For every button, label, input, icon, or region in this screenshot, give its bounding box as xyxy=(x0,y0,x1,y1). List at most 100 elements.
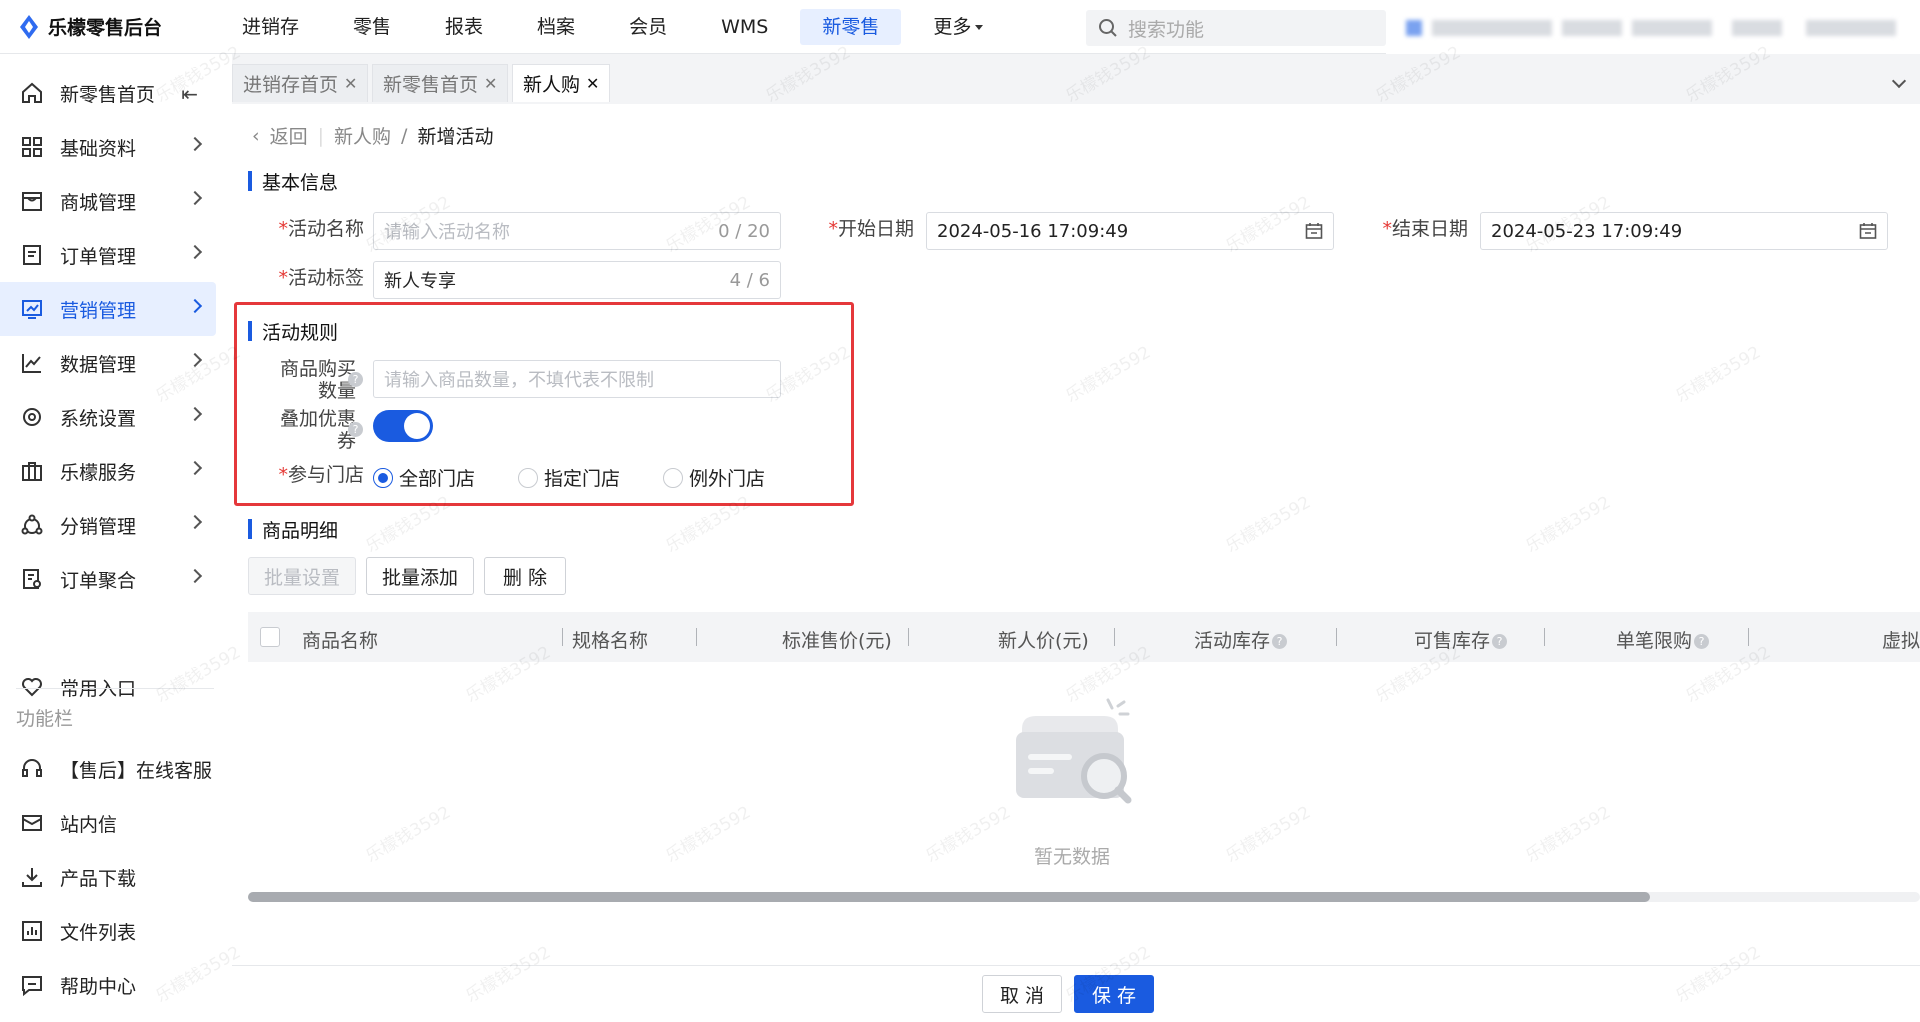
topnav-item-report[interactable]: 报表 xyxy=(423,9,505,45)
topnav-item-retail[interactable]: 零售 xyxy=(331,9,413,45)
sidebar-tool-label: 产品下载 xyxy=(60,867,137,890)
radio-excluded-stores[interactable]: 例外门店 xyxy=(663,464,765,491)
end-date-picker[interactable]: 2024-05-23 17:09:49 xyxy=(1480,212,1888,250)
activity-tag-value: 新人专享 xyxy=(384,271,456,292)
help-icon[interactable]: ? xyxy=(348,422,363,437)
purchase-qty-input[interactable]: 请输入商品数量，不填代表不限制 xyxy=(373,360,781,398)
batch-add-button[interactable]: 批量添加 xyxy=(366,557,474,595)
sidebar-item-label: 基础资料 xyxy=(60,137,137,160)
start-date-value: 2024-05-16 17:09:49 xyxy=(937,220,1129,242)
radio-dot xyxy=(663,467,683,488)
sidebar-item-orders[interactable]: 订单管理 xyxy=(0,228,216,282)
sidebar-item-label: 分销管理 xyxy=(60,515,137,538)
sidebar-item-distribution[interactable]: 分销管理 xyxy=(0,498,216,552)
tab-newcomer[interactable]: 新人购 ✕ xyxy=(512,64,611,102)
close-icon[interactable]: ✕ xyxy=(344,74,357,93)
breadcrumb-parent[interactable]: 新人购 xyxy=(334,122,391,149)
sidebar-item-label: 营销管理 xyxy=(60,299,137,322)
close-icon[interactable]: ✕ xyxy=(586,74,599,93)
search-input[interactable]: 搜索功能 xyxy=(1086,10,1386,46)
back-icon[interactable]: ‹ xyxy=(252,125,260,147)
tabs-dropdown-icon[interactable] xyxy=(1891,73,1907,89)
column-divider xyxy=(908,628,909,646)
stores-label: *参与门店 xyxy=(252,464,364,486)
start-date-label: *开始日期 xyxy=(822,218,914,240)
sidebar-tool-service[interactable]: 【售后】在线客服 xyxy=(0,742,216,796)
sidebar-tool-file-list[interactable]: 文件列表 xyxy=(0,904,216,958)
topnav-item-new-retail[interactable]: 新零售 xyxy=(800,9,902,45)
cancel-button[interactable]: 取 消 xyxy=(982,975,1062,1013)
stores-label-text: 参与门店 xyxy=(287,464,364,486)
sidebar-item-label: 新零售首页 xyxy=(60,83,156,106)
topnav-item-member[interactable]: 会员 xyxy=(607,9,689,45)
select-all-checkbox[interactable] xyxy=(260,627,280,647)
radio-specific-stores[interactable]: 指定门店 xyxy=(518,464,620,491)
sidebar-item-label: 乐檬服务 xyxy=(60,461,137,484)
help-icon[interactable]: ? xyxy=(1492,634,1508,649)
marketing-icon xyxy=(18,295,46,323)
save-button[interactable]: 保 存 xyxy=(1074,975,1154,1013)
purchase-qty-label-line1: 商品购买 xyxy=(279,358,356,380)
help-icon[interactable]: ? xyxy=(1272,634,1288,649)
breadcrumb-divider: | xyxy=(317,124,325,147)
tab-jxc-home[interactable]: 进销存首页 ✕ xyxy=(232,64,369,102)
search-placeholder: 搜索功能 xyxy=(1128,18,1205,41)
sidebar-item-data[interactable]: 数据管理 xyxy=(0,336,216,390)
distribution-icon xyxy=(18,511,46,539)
end-date-label-text: 结束日期 xyxy=(1391,218,1468,240)
sidebar-item-label: 订单管理 xyxy=(60,245,137,268)
start-date-picker[interactable]: 2024-05-16 17:09:49 xyxy=(926,212,1334,250)
close-icon[interactable]: ✕ xyxy=(484,74,497,93)
activity-tag-input[interactable]: 新人专享 4 / 6 xyxy=(373,261,781,299)
stack-coupon-label-line1: 叠加优惠 xyxy=(279,408,356,430)
caret-down-icon xyxy=(975,25,984,30)
app-logo[interactable]: 乐檬零售后台 xyxy=(18,13,162,40)
sidebar-item-basic-data[interactable]: 基础资料 xyxy=(0,120,216,174)
column-header: 规格名称 xyxy=(572,630,649,652)
sidebar-item-new-retail-home[interactable]: 新零售首页 ⇤ xyxy=(0,66,216,120)
topnav-item-more[interactable]: 更多 xyxy=(911,9,1005,45)
topnav-item-archive[interactable]: 档案 xyxy=(515,9,597,45)
sidebar-item-services[interactable]: 乐檬服务 xyxy=(0,444,216,498)
home-icon xyxy=(18,79,46,107)
purchase-qty-placeholder: 请输入商品数量，不填代表不限制 xyxy=(384,370,654,391)
sidebar-tool-label: 帮助中心 xyxy=(60,975,137,998)
sidebar: 新零售首页 ⇤ 基础资料 商城管理 订单管理 营销管理 数据管理 系统设置 乐檬… xyxy=(0,54,232,1022)
radio-all-stores[interactable]: 全部门店 xyxy=(373,464,475,491)
file-list-icon xyxy=(18,917,46,945)
column-header: 标准售价(元) xyxy=(782,630,892,652)
chart-icon xyxy=(18,349,46,377)
sidebar-item-marketing[interactable]: 营销管理 xyxy=(0,282,216,336)
sidebar-favorites-label: 常用入口 xyxy=(60,677,137,700)
delete-button[interactable]: 删 除 xyxy=(484,557,566,595)
sidebar-item-order-aggregate[interactable]: 订单聚合 xyxy=(0,552,216,606)
heart-icon xyxy=(18,673,46,701)
aggregate-icon xyxy=(18,565,46,593)
required-mark: * xyxy=(278,464,288,486)
help-icon[interactable]: ? xyxy=(1694,634,1710,649)
sidebar-tool-mail[interactable]: 站内信 xyxy=(0,796,216,850)
table-horizontal-scrollbar[interactable] xyxy=(248,892,1650,902)
topnav-item-jxc[interactable]: 进销存 xyxy=(220,9,321,45)
sidebar-item-mall[interactable]: 商城管理 xyxy=(0,174,216,228)
sidebar-tool-download[interactable]: 产品下载 xyxy=(0,850,216,904)
sidebar-item-settings[interactable]: 系统设置 xyxy=(0,390,216,444)
column-divider xyxy=(696,628,697,646)
chevron-right-icon xyxy=(187,352,203,368)
topnav-item-wms[interactable]: WMS xyxy=(699,9,790,45)
help-icon[interactable]: ? xyxy=(348,372,363,387)
chevron-right-icon xyxy=(187,406,203,422)
batch-set-button[interactable]: 批量设置 xyxy=(248,557,356,595)
back-link[interactable]: 返回 xyxy=(270,122,308,149)
sidebar-tool-help[interactable]: 帮助中心 xyxy=(0,958,216,1012)
required-mark: * xyxy=(828,218,838,240)
tab-new-retail-home[interactable]: 新零售首页 ✕ xyxy=(372,64,509,102)
stack-coupon-toggle[interactable] xyxy=(373,410,433,442)
top-nav: 进销存 零售 报表 档案 会员 WMS 新零售 更多 xyxy=(220,0,1015,54)
collapse-sidebar-icon[interactable]: ⇤ xyxy=(181,82,198,106)
stack-coupon-label: 叠加优惠 券 xyxy=(252,408,356,452)
help-icon xyxy=(18,971,46,999)
column-header: 虚拟 xyxy=(1882,630,1920,652)
activity-name-input[interactable]: 请输入活动名称 0 / 20 xyxy=(373,212,781,250)
page-tabs: 进销存首页 ✕ 新零售首页 ✕ 新人购 ✕ xyxy=(232,54,1920,104)
